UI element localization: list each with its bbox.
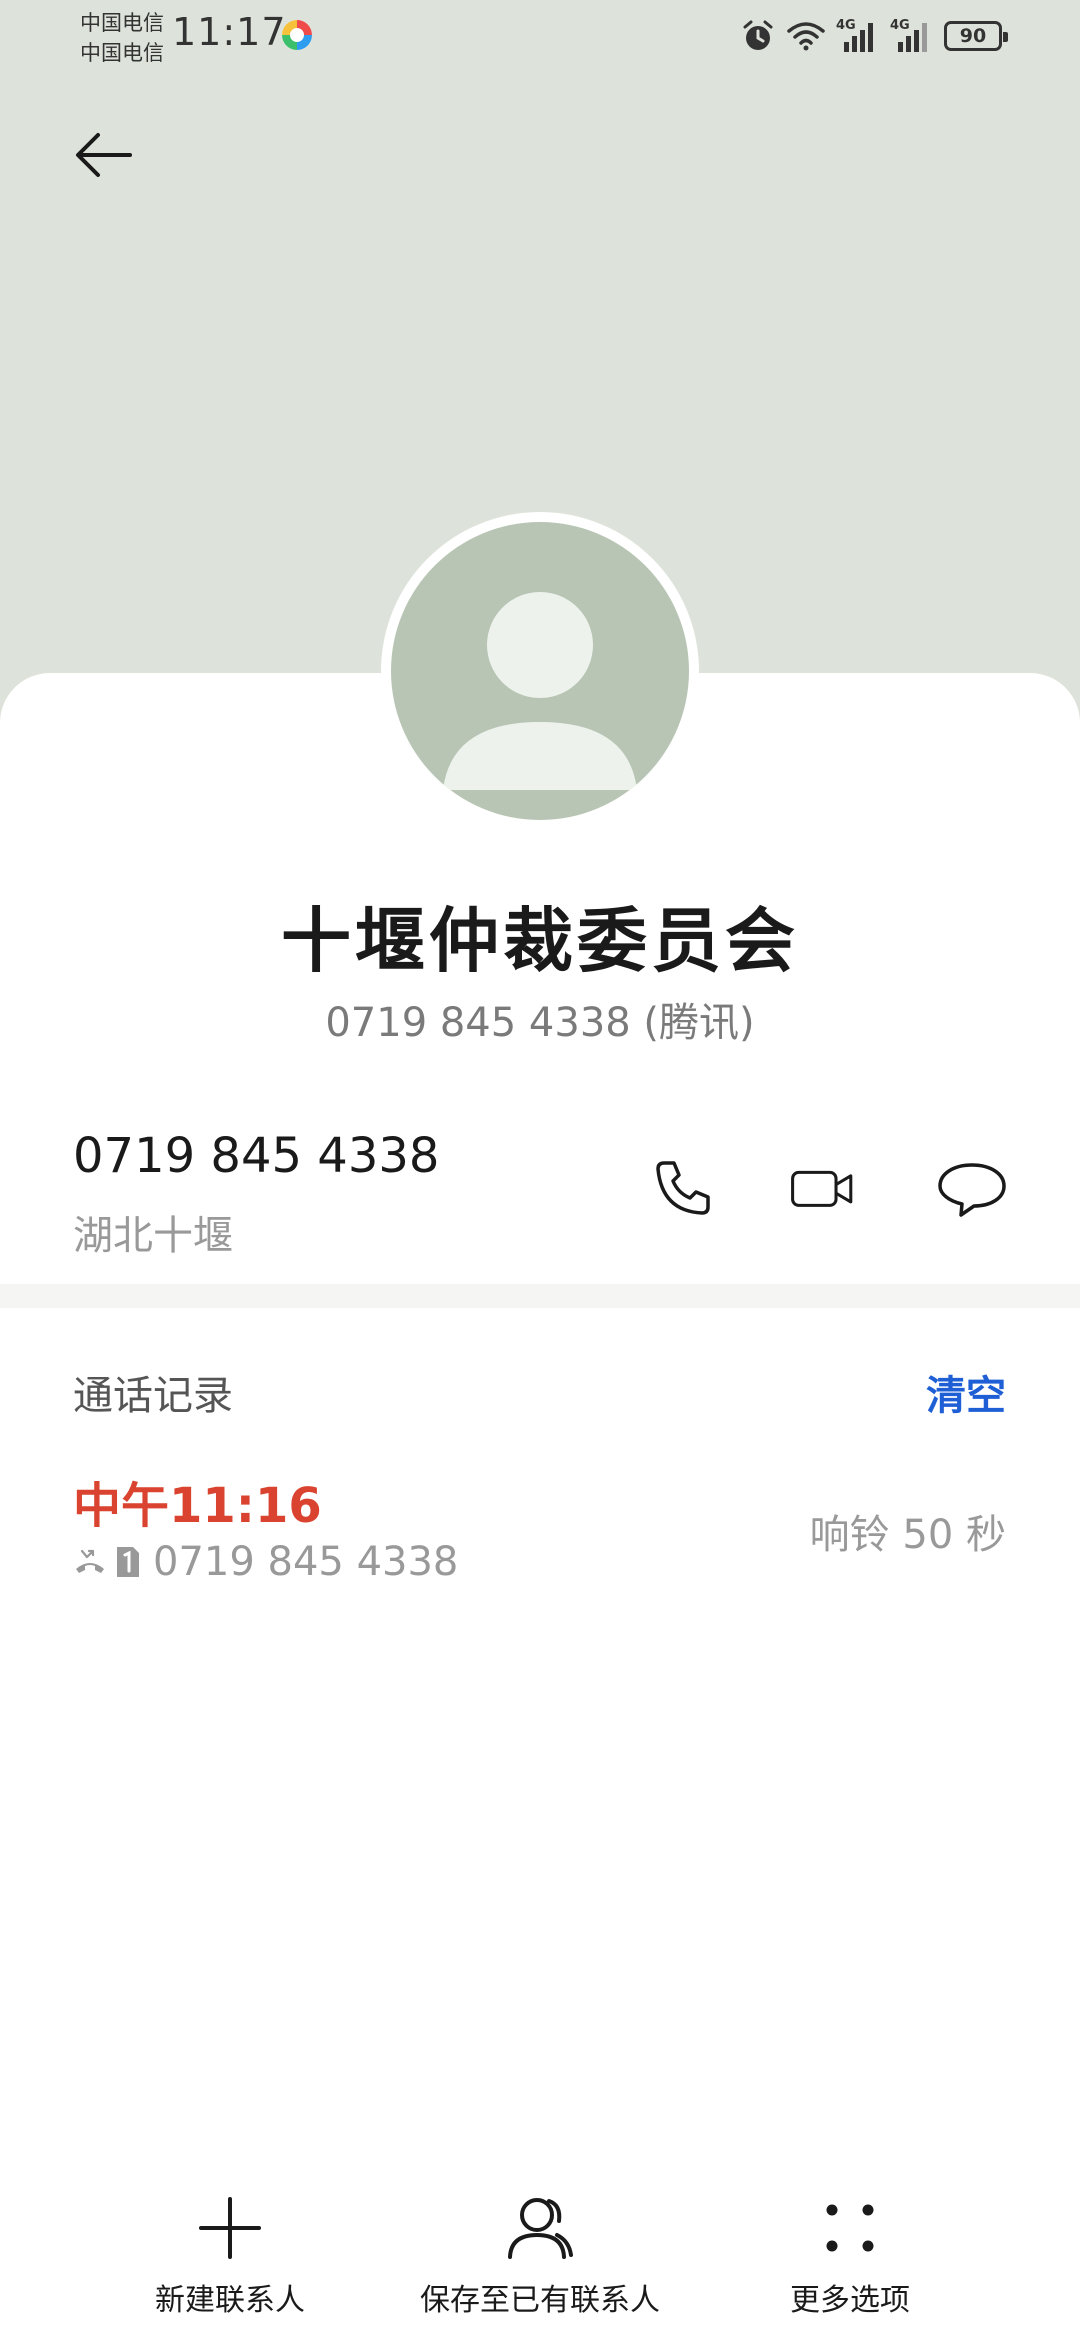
sim-1-icon	[117, 1547, 139, 1577]
new-contact-button[interactable]: 新建联系人	[100, 2195, 360, 2325]
status-icons: 4G 4G 90	[740, 16, 1008, 56]
call-log-duration: 响铃 50 秒	[809, 1512, 1006, 1558]
carrier-2: 中国电信	[80, 41, 164, 65]
call-log-meta: 0719 845 4338	[73, 1536, 458, 1588]
contact-icon	[508, 2198, 573, 2259]
battery-level: 90	[959, 25, 987, 47]
video-icon[interactable]	[790, 1155, 856, 1221]
phone-number[interactable]: 0719 845 4338	[73, 1128, 439, 1184]
new-contact-label: 新建联系人	[155, 2283, 305, 2318]
signal-icon-2: 4G	[890, 18, 934, 54]
missed-call-icon	[76, 1549, 104, 1573]
more-dots-icon	[826, 2204, 874, 2252]
person-avatar-icon	[443, 592, 637, 790]
back-arrow-icon[interactable]	[70, 120, 140, 190]
contact-name: 十堰仲裁委员会	[281, 900, 799, 982]
carrier-labels: 中国电信 中国电信	[80, 8, 164, 68]
alarm-icon	[743, 20, 773, 50]
battery-icon: 90	[944, 21, 1008, 51]
signal-icon: 4G	[836, 18, 880, 54]
call-log-title: 通话记录	[73, 1373, 233, 1419]
section-divider	[0, 1284, 1080, 1308]
wifi-icon	[787, 22, 825, 51]
more-options-button[interactable]: 更多选项	[730, 2195, 970, 2325]
more-options-label: 更多选项	[790, 2283, 910, 2318]
call-log-time[interactable]: 中午11:16	[73, 1466, 322, 1536]
plus-icon	[199, 2197, 261, 2259]
phone-icon[interactable]	[650, 1155, 716, 1221]
app-notification-icon	[282, 20, 312, 50]
status-time: 11:17	[172, 10, 287, 54]
phone-location: 湖北十堰	[73, 1213, 233, 1259]
status-bar: 中国电信 中国电信 11:17 4G 4G 90	[0, 0, 1080, 70]
call-log-number: 0719 845 4338	[153, 1539, 459, 1585]
message-icon[interactable]	[937, 1155, 1007, 1221]
save-to-existing-label: 保存至已有联系人	[420, 2283, 660, 2318]
carrier-1: 中国电信	[80, 11, 164, 35]
save-to-existing-button[interactable]: 保存至已有联系人	[410, 2195, 670, 2325]
clear-button[interactable]: 清空	[926, 1363, 1006, 1421]
contact-subtitle: 0719 845 4338 (腾讯)	[325, 1000, 755, 1046]
avatar[interactable]	[391, 522, 689, 820]
